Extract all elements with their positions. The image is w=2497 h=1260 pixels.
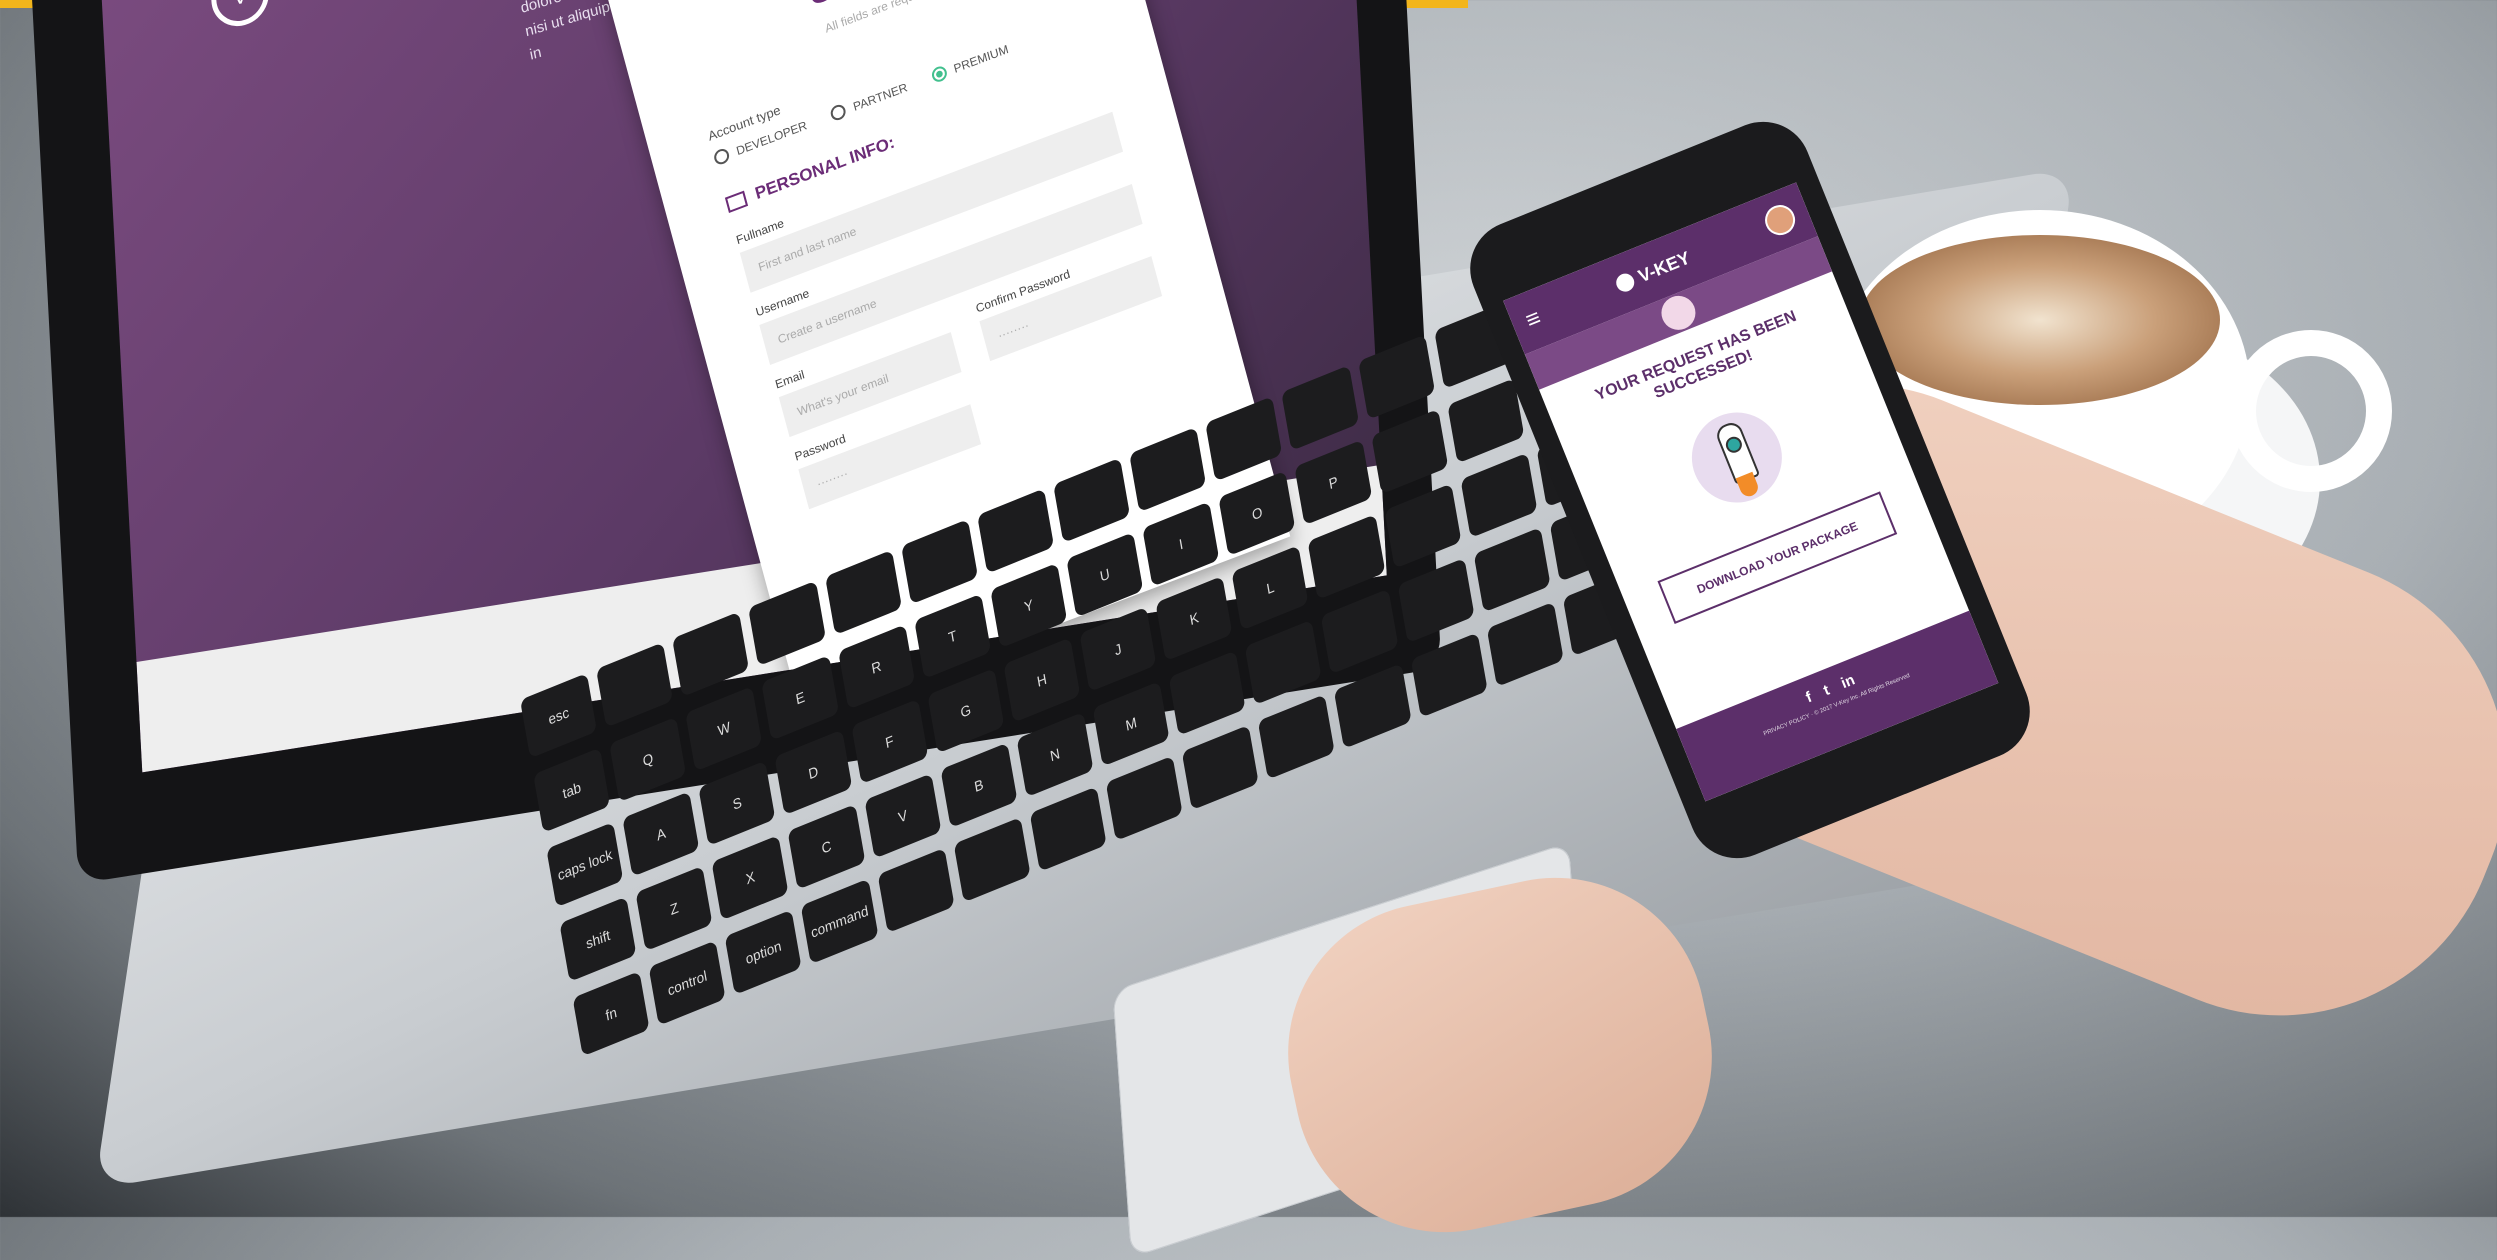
radio-label: PARTNER	[851, 79, 909, 114]
linkedin-icon[interactable]: in	[1839, 671, 1858, 692]
keyboard-key[interactable]: G	[927, 668, 1005, 754]
keyboard-key[interactable]: P	[1294, 439, 1372, 526]
keyboard-key[interactable]: U	[1066, 532, 1144, 618]
keyboard-key[interactable]: C	[787, 804, 866, 890]
keyboard-key[interactable]	[1384, 483, 1462, 569]
keyboard-key[interactable]	[1397, 558, 1475, 644]
keyboard-key[interactable]: H	[1003, 637, 1081, 723]
phone-brand: V-KEY	[1613, 247, 1693, 296]
keyboard-key[interactable]: I	[1142, 501, 1220, 587]
keyboard-key[interactable]: S	[698, 760, 776, 846]
facebook-icon[interactable]: f	[1803, 689, 1814, 707]
id-card-icon	[724, 190, 749, 213]
keyboard-key[interactable]: Z	[635, 865, 713, 952]
keyboard-key[interactable]: T	[913, 593, 992, 680]
keyboard-key[interactable]: A	[622, 791, 700, 877]
photo-scene: V Lorem ipsum dolor sit amet, consectetu…	[0, 0, 2497, 1260]
keyboard-key[interactable]: J	[1079, 606, 1157, 693]
keyboard-key[interactable]: caps lock	[546, 821, 624, 908]
keyboard-key[interactable]: D	[774, 729, 852, 816]
radio-circle-selected	[929, 64, 949, 85]
radio-circle	[829, 102, 848, 123]
keyboard-key[interactable]	[1168, 650, 1246, 736]
brand-logo-icon	[1613, 270, 1637, 295]
social-links: f t in	[1676, 611, 1980, 756]
keyboard-key[interactable]: shift	[559, 896, 637, 982]
latte-art	[1860, 235, 2220, 405]
rocket-icon	[1678, 398, 1796, 517]
keyboard-key[interactable]	[1307, 514, 1386, 600]
radio-premium[interactable]: PREMIUM	[929, 41, 1010, 85]
keyboard-key[interactable]	[1370, 408, 1449, 495]
keyboard-key[interactable]	[1244, 619, 1323, 705]
keyboard-key[interactable]: Y	[990, 562, 1068, 649]
keyboard-key[interactable]: N	[1016, 711, 1094, 798]
keyboard-key[interactable]: W	[685, 685, 763, 772]
keyboard-key[interactable]: Q	[609, 716, 687, 803]
hamburger-icon[interactable]: ≡	[1522, 304, 1545, 335]
radio-label: PREMIUM	[952, 41, 1010, 76]
keyboard-key[interactable]: R	[837, 624, 915, 710]
radio-partner[interactable]: PARTNER	[829, 79, 909, 123]
keyboard-key[interactable]: M	[1092, 681, 1170, 767]
keyboard-key[interactable]: K	[1155, 575, 1233, 662]
keyboard-key[interactable]: X	[711, 834, 789, 921]
rocket-badge-icon	[1656, 290, 1701, 336]
brand-name: V-KEY	[1635, 247, 1693, 286]
keyboard-key[interactable]	[1460, 452, 1538, 539]
phone-footer: f t in PRIVACY POLICY · © 2017 V-Key Inc…	[1676, 610, 1999, 802]
radio-circle	[712, 146, 731, 167]
keyboard-key[interactable]: O	[1218, 470, 1296, 556]
keyboard-key[interactable]: E	[761, 655, 839, 741]
keyboard-key[interactable]	[1321, 588, 1399, 675]
keyboard-key[interactable]: V	[864, 773, 942, 859]
keyboard-key[interactable]: B	[940, 742, 1018, 829]
avatar[interactable]	[1760, 200, 1800, 240]
download-package-button[interactable]: DOWNLOAD YOUR PACKAGE	[1657, 491, 1898, 624]
keyboard-key[interactable]	[1447, 378, 1525, 464]
keyboard-key[interactable]: F	[850, 698, 929, 785]
keyboard-key[interactable]	[1473, 527, 1551, 613]
v-logo-icon: V	[209, 0, 271, 31]
cup-handle	[2230, 330, 2392, 492]
keyboard-key[interactable]: tab	[533, 747, 611, 833]
keyboard-key[interactable]: L	[1231, 545, 1309, 631]
twitter-icon[interactable]: t	[1821, 682, 1832, 700]
